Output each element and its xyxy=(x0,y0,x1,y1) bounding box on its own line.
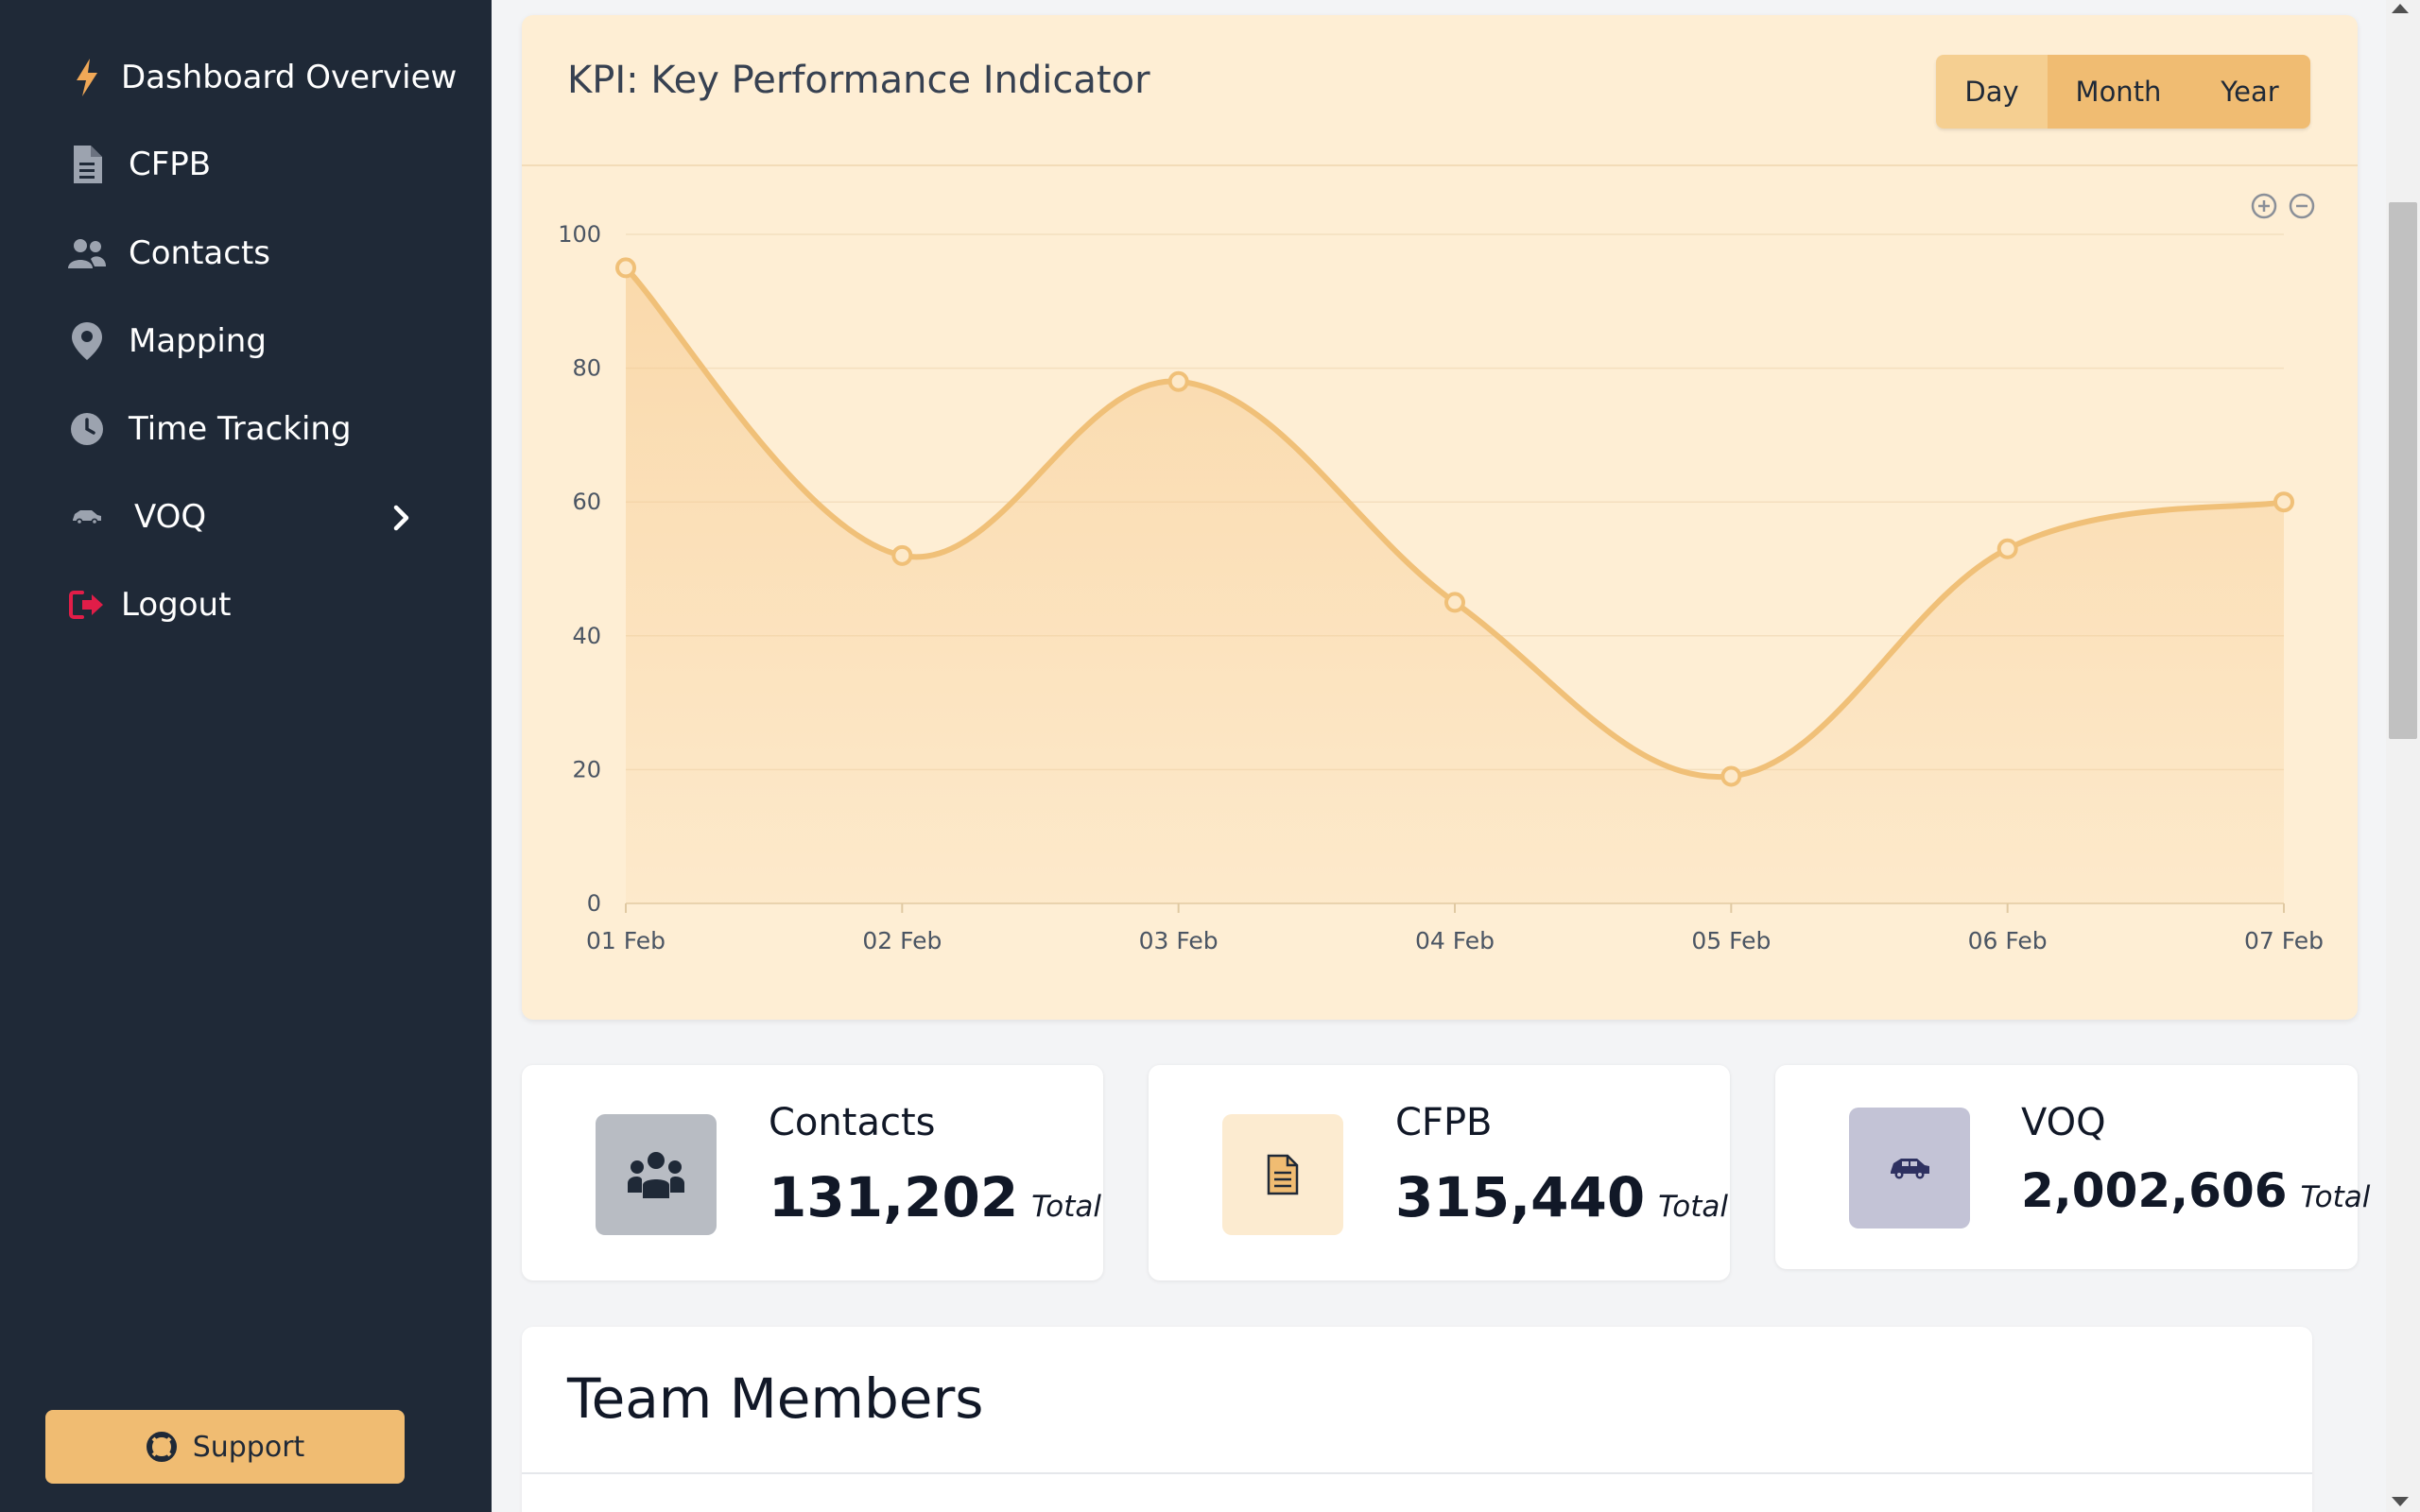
sidebar-item-dashboard-overview[interactable]: Dashboard Overview xyxy=(66,49,457,106)
kpi-area-chart: 0 20 40 60 80 100 01 Feb 02 Feb 03 Feb 04 Feb 05 F… xyxy=(558,193,2324,954)
sidebar-item-label: Mapping xyxy=(129,322,267,360)
y-tick-label: 0 xyxy=(587,890,601,917)
x-tick-label: 04 Feb xyxy=(1415,927,1495,954)
data-point xyxy=(2273,491,2294,513)
sidebar-item-voq[interactable]: VOQ xyxy=(66,489,206,545)
x-tick-label: 02 Feb xyxy=(862,927,942,954)
car-icon xyxy=(1849,1108,1970,1228)
data-point xyxy=(615,257,636,279)
zoom-in-icon[interactable] xyxy=(2251,193,2277,219)
team-members-card: Team Members xyxy=(522,1327,2312,1512)
y-tick-label: 80 xyxy=(572,355,601,382)
stat-value: 315,440 Total xyxy=(1395,1165,1729,1229)
stat-value: 131,202 Total xyxy=(769,1165,1102,1229)
y-tick-label: 60 xyxy=(572,489,601,515)
sidebar-item-label: VOQ xyxy=(134,498,207,536)
document-icon xyxy=(66,144,108,185)
document-icon xyxy=(1222,1114,1343,1235)
stat-card-cfpb: CFPB 315,440 Total xyxy=(1149,1065,1730,1280)
sidebar-item-label: Time Tracking xyxy=(129,410,352,448)
team-members-title: Team Members xyxy=(567,1366,984,1431)
x-tick-label: 01 Feb xyxy=(586,927,666,954)
lifebuoy-icon xyxy=(146,1431,178,1463)
stat-card-voq: VOQ 2,002,606 Total xyxy=(1775,1065,2370,1269)
x-tick-label: 05 Feb xyxy=(1691,927,1771,954)
stat-label: CFPB xyxy=(1395,1101,1493,1144)
y-tick-label: 40 xyxy=(572,623,601,649)
sidebar-item-label: Logout xyxy=(121,586,232,624)
team-divider xyxy=(522,1472,2312,1474)
data-point xyxy=(1720,765,1742,787)
sidebar-item-mapping[interactable]: Mapping xyxy=(66,313,267,369)
x-tick-label: 03 Feb xyxy=(1139,927,1219,954)
data-point xyxy=(1444,592,1465,613)
stat-card-contacts: Contacts 131,202 Total xyxy=(522,1065,1103,1280)
stat-label: Contacts xyxy=(769,1101,936,1144)
users-group-icon xyxy=(596,1114,717,1235)
data-point xyxy=(891,544,913,566)
bolt-icon xyxy=(66,57,108,98)
data-point xyxy=(1996,538,2018,559)
map-pin-icon xyxy=(66,320,108,362)
data-point xyxy=(1167,370,1189,392)
support-label: Support xyxy=(192,1430,305,1464)
sidebar-item-logout[interactable]: Logout xyxy=(66,576,231,633)
sidebar-item-label: CFPB xyxy=(129,146,212,183)
x-tick-label: 07 Feb xyxy=(2244,927,2324,954)
sidebar-item-time-tracking[interactable]: Time Tracking xyxy=(66,401,352,457)
sidebar-item-label: Contacts xyxy=(129,234,270,272)
users-icon xyxy=(66,232,108,274)
stat-value: 2,002,606 Total xyxy=(2021,1163,2371,1218)
y-tick-label: 100 xyxy=(558,221,601,248)
x-tick-label: 06 Feb xyxy=(1968,927,2048,954)
support-button[interactable]: Support xyxy=(45,1410,405,1484)
scrollbar-thumb[interactable] xyxy=(2389,202,2417,739)
stat-label: VOQ xyxy=(2021,1101,2106,1144)
y-tick-label: 20 xyxy=(572,756,601,782)
chevron-right-icon[interactable] xyxy=(388,495,416,541)
sidebar-item-contacts[interactable]: Contacts xyxy=(66,225,270,282)
sidebar: Dashboard Overview CFPB Contacts Mapping… xyxy=(0,0,492,1512)
series-area xyxy=(626,267,2284,903)
car-icon xyxy=(66,496,108,538)
scroll-down-arrow-icon[interactable] xyxy=(2392,1497,2409,1506)
scroll-up-arrow-icon[interactable] xyxy=(2392,4,2409,13)
clock-icon xyxy=(66,408,108,450)
kpi-card: KPI: Key Performance Indicator Day Month… xyxy=(522,15,2358,1020)
zoom-out-icon[interactable] xyxy=(2289,193,2315,219)
logout-icon xyxy=(66,584,108,626)
sidebar-item-cfpb[interactable]: CFPB xyxy=(66,136,211,193)
sidebar-item-label: Dashboard Overview xyxy=(121,59,458,96)
